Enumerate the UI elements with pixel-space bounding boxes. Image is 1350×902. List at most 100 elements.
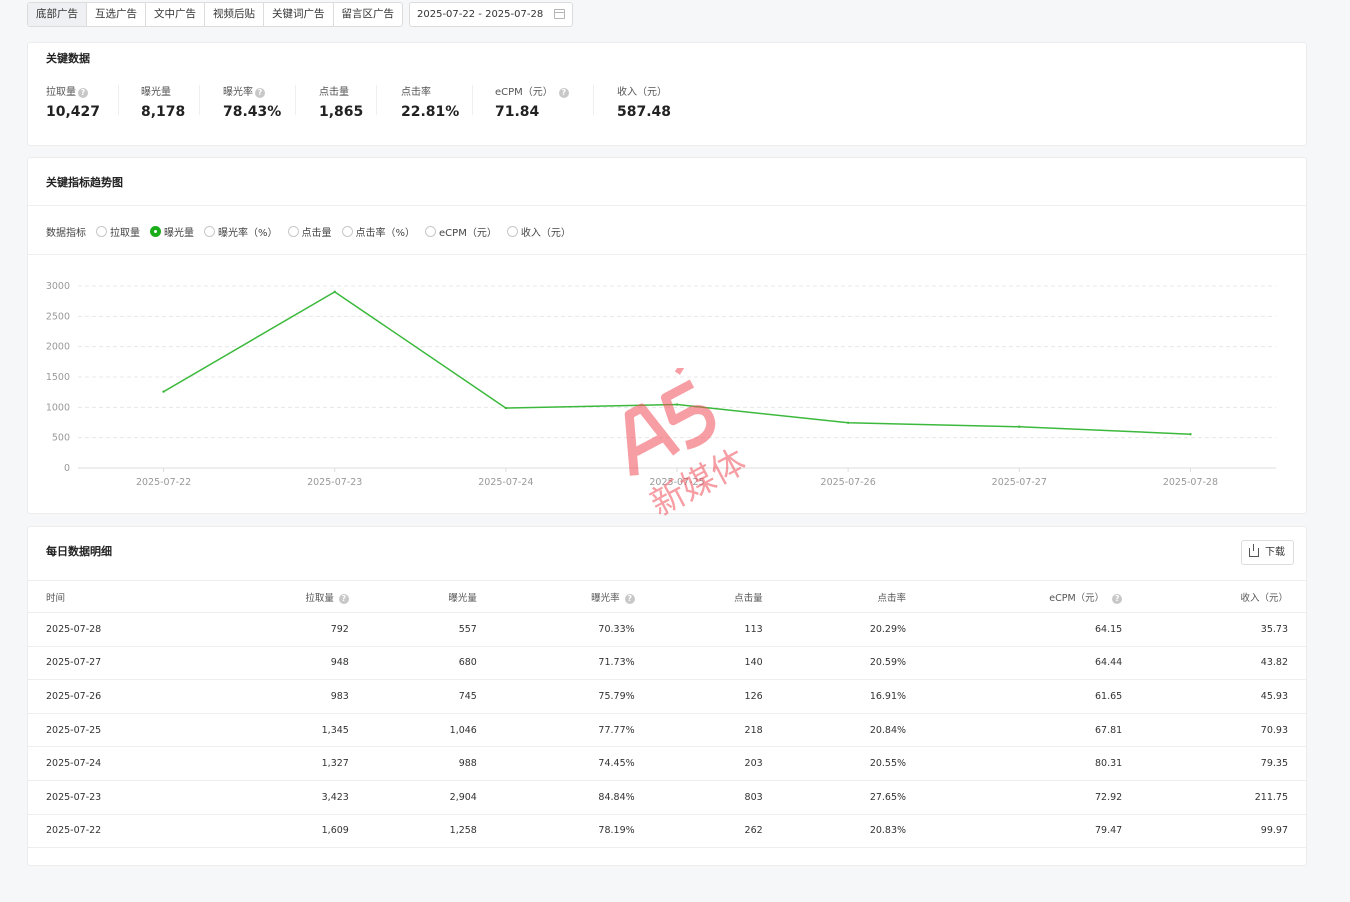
metric-value: 10,427 — [46, 104, 101, 120]
table-cell: 75.79% — [494, 679, 653, 714]
table-cell: 61.65 — [924, 679, 1141, 714]
metric-label: 点击率 — [401, 87, 431, 98]
tab-mutual-select-ad[interactable]: 互选广告 — [87, 3, 146, 26]
table-cell: 557 — [366, 612, 495, 647]
table-cell: 16.91% — [780, 679, 925, 714]
x-tick-label: 2025-07-25 — [649, 477, 704, 488]
table-cell: 745 — [366, 679, 495, 714]
data-point[interactable] — [1189, 433, 1192, 436]
table-cell: 79.35 — [1140, 746, 1306, 781]
table-row: 2025-07-22 1,609 1,258 78.19% 262 20.83% 79.47… — [28, 814, 1306, 849]
date-cell: 2025-07-27 — [28, 646, 210, 681]
y-tick-label: 2500 — [46, 311, 70, 322]
table-cell: 1,609 — [209, 814, 367, 849]
metric-divider — [593, 85, 594, 115]
column-header: 拉取量? — [209, 580, 367, 613]
download-label: 下载 — [1265, 547, 1285, 558]
table-cell: 218 — [652, 713, 781, 748]
data-point[interactable] — [162, 390, 165, 393]
column-header: 曝光率? — [494, 580, 653, 613]
table-cell: 45.93 — [1140, 679, 1306, 714]
tab-comment-area-ad[interactable]: 留言区广告 — [334, 3, 403, 26]
table-row: 2025-07-28 792 557 70.33% 113 20.29% 64.15 35.7… — [28, 612, 1306, 647]
metric-click-count: 点击量 1,865 — [319, 83, 364, 120]
metric-value: 587.48 — [617, 104, 672, 120]
table-cell: 3,423 — [209, 780, 367, 815]
help-icon[interactable]: ? — [558, 88, 569, 98]
metric-divider — [295, 85, 296, 115]
tab-in-article-ad[interactable]: 文中广告 — [146, 3, 205, 26]
date-cell: 2025-07-23 — [28, 780, 210, 815]
metric-value: 8,178 — [141, 104, 186, 120]
date-cell: 2025-07-28 — [28, 612, 210, 647]
date-range-text: 2025-07-22 - 2025-07-28 — [417, 9, 544, 20]
column-header: 曝光量 — [366, 580, 495, 613]
metric-divider — [376, 85, 377, 115]
key-data-card: 关键数据 拉取量? 10,427 曝光量 8,178 曝光率? 78.43% 点… — [27, 42, 1307, 146]
date-cell: 2025-07-25 — [28, 713, 210, 748]
data-point[interactable] — [504, 406, 508, 410]
metric-divider — [118, 85, 119, 115]
table-cell: 1,327 — [209, 746, 367, 781]
table-cell: 20.59% — [780, 646, 925, 681]
y-tick-label: 1500 — [46, 372, 70, 383]
date-cell: 2025-07-24 — [28, 746, 210, 781]
help-icon[interactable]: ? — [624, 593, 635, 604]
help-icon[interactable]: ? — [78, 88, 88, 98]
data-point[interactable] — [675, 403, 679, 406]
metric-label: 收入（元） — [617, 87, 667, 98]
table-cell: 1,258 — [366, 814, 495, 849]
table-cell: 79.47 — [924, 814, 1141, 849]
metric-divider — [472, 85, 473, 115]
metric-label: 曝光率 — [223, 87, 253, 98]
daily-detail-card: 每日数据明细 下载 时间 拉取量? 曝光量 曝光率? 点击量 点击率 eCPM（… — [27, 526, 1307, 866]
column-header: 点击量 — [652, 580, 781, 613]
table-row: 2025-07-26 983 745 75.79% 126 16.91% 61.65 45.9… — [28, 679, 1306, 714]
table-cell: 64.44 — [924, 646, 1141, 681]
column-header: 收入（元） — [1140, 580, 1306, 613]
metric-label: 拉取量 — [46, 87, 76, 98]
table-cell: 211.75 — [1140, 780, 1306, 815]
table-row: 2025-07-24 1,327 988 74.45% 203 20.55% 80.31 79… — [28, 746, 1306, 781]
column-header: eCPM（元）? — [924, 580, 1141, 613]
data-point[interactable] — [333, 290, 336, 294]
table-cell: 78.19% — [494, 814, 653, 849]
help-icon[interactable]: ? — [1112, 593, 1123, 604]
table-body: 2025-07-28 792 557 70.33% 113 20.29% 64.15 35.7… — [28, 612, 1306, 849]
data-point[interactable] — [846, 421, 850, 425]
table-cell: 803 — [652, 780, 781, 815]
table-row: 2025-07-23 3,423 2,904 84.84% 803 27.65% 72.92… — [28, 780, 1306, 815]
table-cell: 1,345 — [209, 713, 367, 748]
tab-bottom-ad[interactable]: 底部广告 — [28, 3, 87, 26]
metric-revenue: 收入（元） 587.48 — [617, 83, 672, 120]
table-cell: 77.77% — [494, 713, 653, 748]
metric-pull-count: 拉取量? 10,427 — [46, 83, 101, 120]
help-icon[interactable]: ? — [338, 593, 349, 604]
table-cell: 99.97 — [1140, 814, 1306, 849]
metric-value: 71.84 — [495, 104, 540, 120]
column-header: 时间 — [28, 580, 210, 613]
table-cell: 680 — [366, 646, 495, 681]
tab-keyword-ad[interactable]: 关键词广告 — [264, 3, 334, 26]
table-row: 2025-07-27 948 680 71.73% 140 20.59% 64.44 43.8… — [28, 646, 1306, 681]
table-cell: 113 — [652, 612, 781, 647]
daily-detail-table: 时间 拉取量? 曝光量 曝光率? 点击量 点击率 eCPM（元）? 收入（元） … — [28, 580, 1306, 849]
tab-video-post-ad[interactable]: 视频后贴 — [205, 3, 264, 26]
exposure-trend-chart: 0 500 1000 1500 2000 2500 3000 2025-07-22 2025-0… — [46, 281, 1276, 488]
table-cell: 64.15 — [924, 612, 1141, 647]
x-tick-label: 2025-07-23 — [307, 477, 362, 488]
table-cell: 84.84% — [494, 780, 653, 815]
data-point[interactable] — [1018, 425, 1021, 428]
table-cell: 35.73 — [1140, 612, 1306, 647]
table-cell: 80.31 — [924, 746, 1141, 781]
help-icon[interactable]: ? — [255, 88, 265, 98]
table-cell: 74.45% — [494, 746, 653, 781]
table-cell: 792 — [209, 612, 367, 647]
metric-exposure-count: 曝光量 8,178 — [141, 83, 186, 120]
download-button[interactable]: 下载 — [1241, 540, 1294, 565]
table-cell: 27.65% — [780, 780, 925, 815]
date-range-picker[interactable]: 2025-07-22 - 2025-07-28 — [409, 2, 573, 27]
table-cell: 203 — [652, 746, 781, 781]
metric-value: 1,865 — [319, 104, 364, 120]
table-row: 2025-07-25 1,345 1,046 77.77% 218 20.84% 67.81… — [28, 713, 1306, 748]
